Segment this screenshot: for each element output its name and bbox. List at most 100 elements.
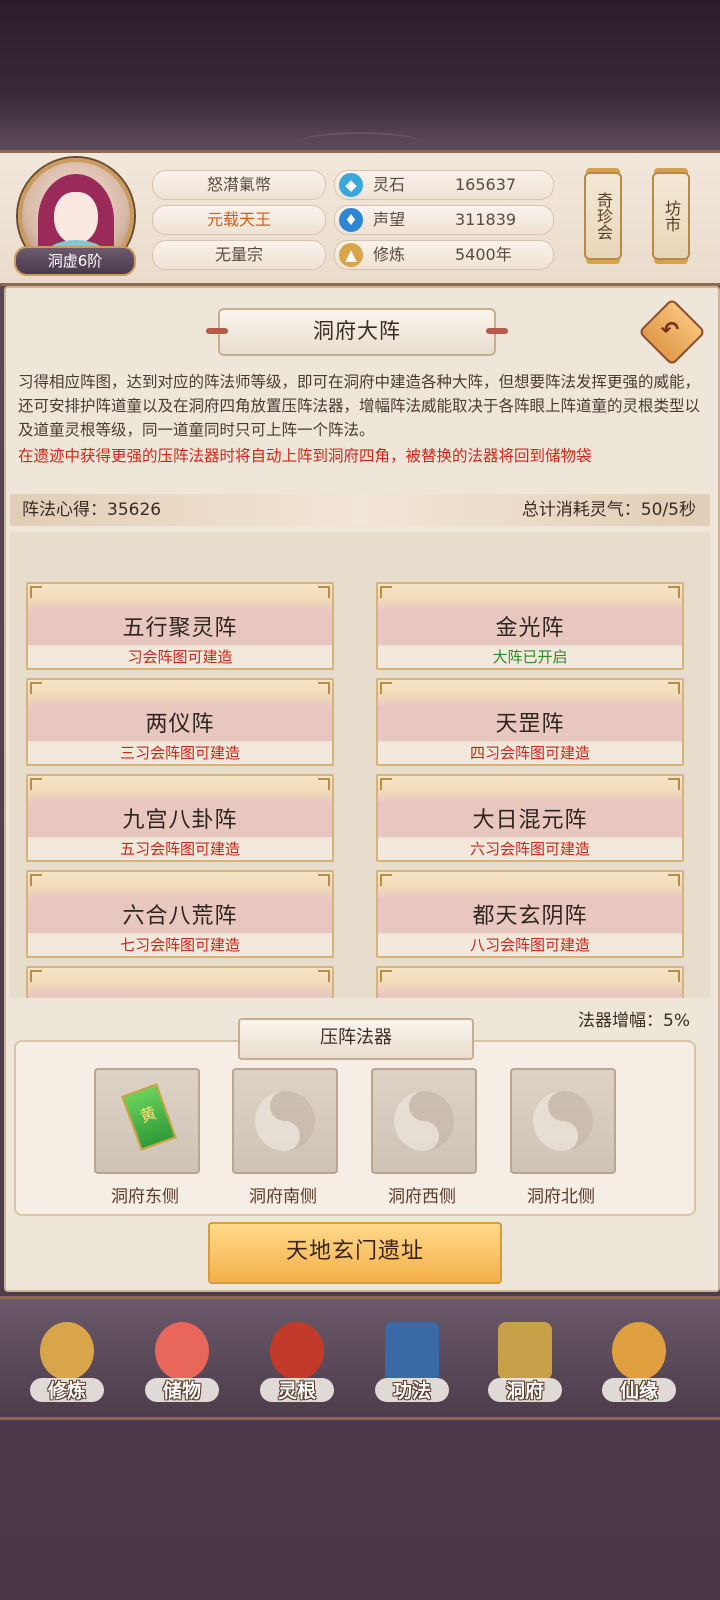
- formation-card-partial[interactable]: [26, 966, 334, 998]
- card-corner: [318, 970, 330, 982]
- formation-status: 八习会阵图可建造: [469, 936, 590, 954]
- nav-spirit-root[interactable]: 灵根: [252, 1318, 342, 1414]
- resource-reputation: ♦ 声望 311839: [334, 205, 554, 235]
- artifact-panel: 黄 洞府东侧 洞府南侧 洞府西侧 洞府北侧: [14, 1040, 696, 1216]
- player-name: 怒潸氭幣: [152, 170, 326, 200]
- header-ornament: [300, 132, 420, 152]
- resource-label: 声望: [373, 210, 406, 229]
- card-corner: [318, 682, 330, 694]
- card-corner: [380, 682, 392, 694]
- slot-label-west: 洞府西侧: [388, 1187, 456, 1207]
- flag-artifact-icon: 黄: [121, 1083, 177, 1151]
- card-corner: [668, 682, 680, 694]
- formation-status: 六习会阵图可建造: [469, 840, 590, 858]
- slot-label-south: 洞府南侧: [249, 1187, 317, 1207]
- nav-label: 灵根: [277, 1380, 316, 1402]
- formation-name: 九宫八卦阵: [122, 808, 238, 833]
- resource-value: 5400年: [455, 245, 512, 264]
- formation-name: 天罡阵: [495, 712, 565, 737]
- formation-name: 六合八荒阵: [122, 904, 238, 929]
- cave-mansion-icon: [498, 1322, 552, 1380]
- nav-technique[interactable]: 功法: [367, 1318, 457, 1414]
- warning-text: 在遗迹中获得更强的压阵法器时将自动上阵到洞府四角，被替换的法器将回到储物袋: [18, 447, 592, 465]
- rank-badge: 洞虚6阶: [14, 246, 136, 276]
- nav-label: 修炼: [47, 1380, 86, 1402]
- resource-cultivation: ▲ 修炼 5400年: [334, 240, 554, 270]
- card-corner: [380, 874, 392, 886]
- cultivation-nav-icon: [40, 1322, 94, 1380]
- formation-name: 五行聚灵阵: [122, 616, 238, 641]
- card-corner: [668, 970, 680, 982]
- nav-storage[interactable]: 储物: [137, 1318, 227, 1414]
- formation-card[interactable]: 都天玄阴阵 八习会阵图可建造: [376, 870, 684, 958]
- artifact-slot-east[interactable]: 黄: [94, 1068, 200, 1174]
- back-arrow-icon: ↶: [660, 318, 680, 343]
- nav-cultivation[interactable]: 修炼: [22, 1318, 112, 1414]
- formation-status: 习会阵图可建造: [127, 648, 233, 666]
- formation-status: 五习会阵图可建造: [119, 840, 240, 858]
- formation-card[interactable]: 六合八荒阵 七习会阵图可建造: [26, 870, 334, 958]
- page-title: 洞府大阵: [206, 308, 508, 356]
- nav-label: 仙缘: [619, 1380, 658, 1402]
- immortal-fate-icon: [612, 1322, 666, 1380]
- formation-status: 三习会阵图可建造: [119, 744, 240, 762]
- formation-card[interactable]: 五行聚灵阵 习会阵图可建造: [26, 582, 334, 670]
- formation-card[interactable]: 两仪阵 三习会阵图可建造: [26, 678, 334, 766]
- artifact-title: 压阵法器: [238, 1018, 474, 1060]
- formation-card[interactable]: 天罡阵 四习会阵图可建造: [376, 678, 684, 766]
- spirit-stone-icon: ◆: [339, 173, 363, 197]
- description-text: 习得相应阵图，达到对应的阵法师等级，即可在洞府中建造各种大阵，但想要阵法发挥更强…: [18, 373, 701, 439]
- card-corner: [30, 874, 42, 886]
- card-corner: [668, 778, 680, 790]
- formation-status: 大阵已开启: [492, 648, 568, 666]
- total-consumption: 总计消耗灵气：50/5秒: [521, 500, 696, 520]
- artifact-amplify: 法器增幅：5%: [578, 1011, 690, 1031]
- card-corner: [380, 970, 392, 982]
- storage-bag-icon: [155, 1322, 209, 1380]
- nav-label: 储物: [162, 1380, 201, 1402]
- cultivation-icon: ▲: [339, 243, 363, 267]
- resource-label: 修炼: [373, 245, 406, 264]
- nav-cave[interactable]: 洞府: [480, 1318, 570, 1414]
- treasure-auction-button[interactable]: 奇珍会: [584, 172, 622, 260]
- market-button[interactable]: 坊市: [652, 172, 690, 260]
- formation-status: 七习会阵图可建造: [119, 936, 240, 954]
- formation-card[interactable]: 金光阵 大阵已开启: [376, 582, 684, 670]
- technique-book-icon: [385, 1322, 439, 1380]
- card-corner: [318, 874, 330, 886]
- card-corner: [30, 682, 42, 694]
- nav-label: 功法: [392, 1380, 431, 1402]
- formation-status: 四习会阵图可建造: [469, 744, 590, 762]
- nav-label: 洞府: [505, 1380, 544, 1402]
- card-corner: [30, 778, 42, 790]
- formation-name: 都天玄阴阵: [472, 904, 588, 929]
- card-corner: [30, 970, 42, 982]
- player-title[interactable]: 元载天王: [152, 205, 326, 235]
- spirit-root-icon: [270, 1322, 324, 1380]
- artifact-slot-south[interactable]: [232, 1068, 338, 1174]
- formation-name: 大日混元阵: [472, 808, 588, 833]
- formation-name: 两仪阵: [145, 712, 215, 737]
- ruins-button[interactable]: 天地玄门遗址: [208, 1222, 502, 1284]
- formation-card-partial[interactable]: [376, 966, 684, 998]
- formation-insight: 阵法心得：35626: [22, 500, 162, 520]
- artifact-slot-west[interactable]: [371, 1068, 477, 1174]
- card-corner: [668, 586, 680, 598]
- formation-card[interactable]: 九宫八卦阵 五习会阵图可建造: [26, 774, 334, 862]
- yin-yang-icon: [533, 1091, 593, 1151]
- formation-name: 金光阵: [495, 616, 565, 641]
- slot-label-north: 洞府北侧: [527, 1187, 595, 1207]
- formation-card[interactable]: 大日混元阵 六习会阵图可建造: [376, 774, 684, 862]
- yin-yang-icon: [255, 1091, 315, 1151]
- resource-spirit-stone: ◆ 灵石 165637: [334, 170, 554, 200]
- yin-yang-icon: [394, 1091, 454, 1151]
- nav-immortal-fate[interactable]: 仙缘: [594, 1318, 684, 1414]
- resource-label: 灵石: [373, 175, 406, 194]
- formation-list[interactable]: 五行聚灵阵 习会阵图可建造 金光阵 大阵已开启 两仪阵 三习会阵图可建造 天罡阵…: [10, 532, 710, 998]
- card-corner: [318, 778, 330, 790]
- card-corner: [318, 586, 330, 598]
- artifact-slot-north[interactable]: [510, 1068, 616, 1174]
- card-corner: [668, 874, 680, 886]
- resource-value: 165637: [455, 175, 517, 194]
- card-corner: [30, 586, 42, 598]
